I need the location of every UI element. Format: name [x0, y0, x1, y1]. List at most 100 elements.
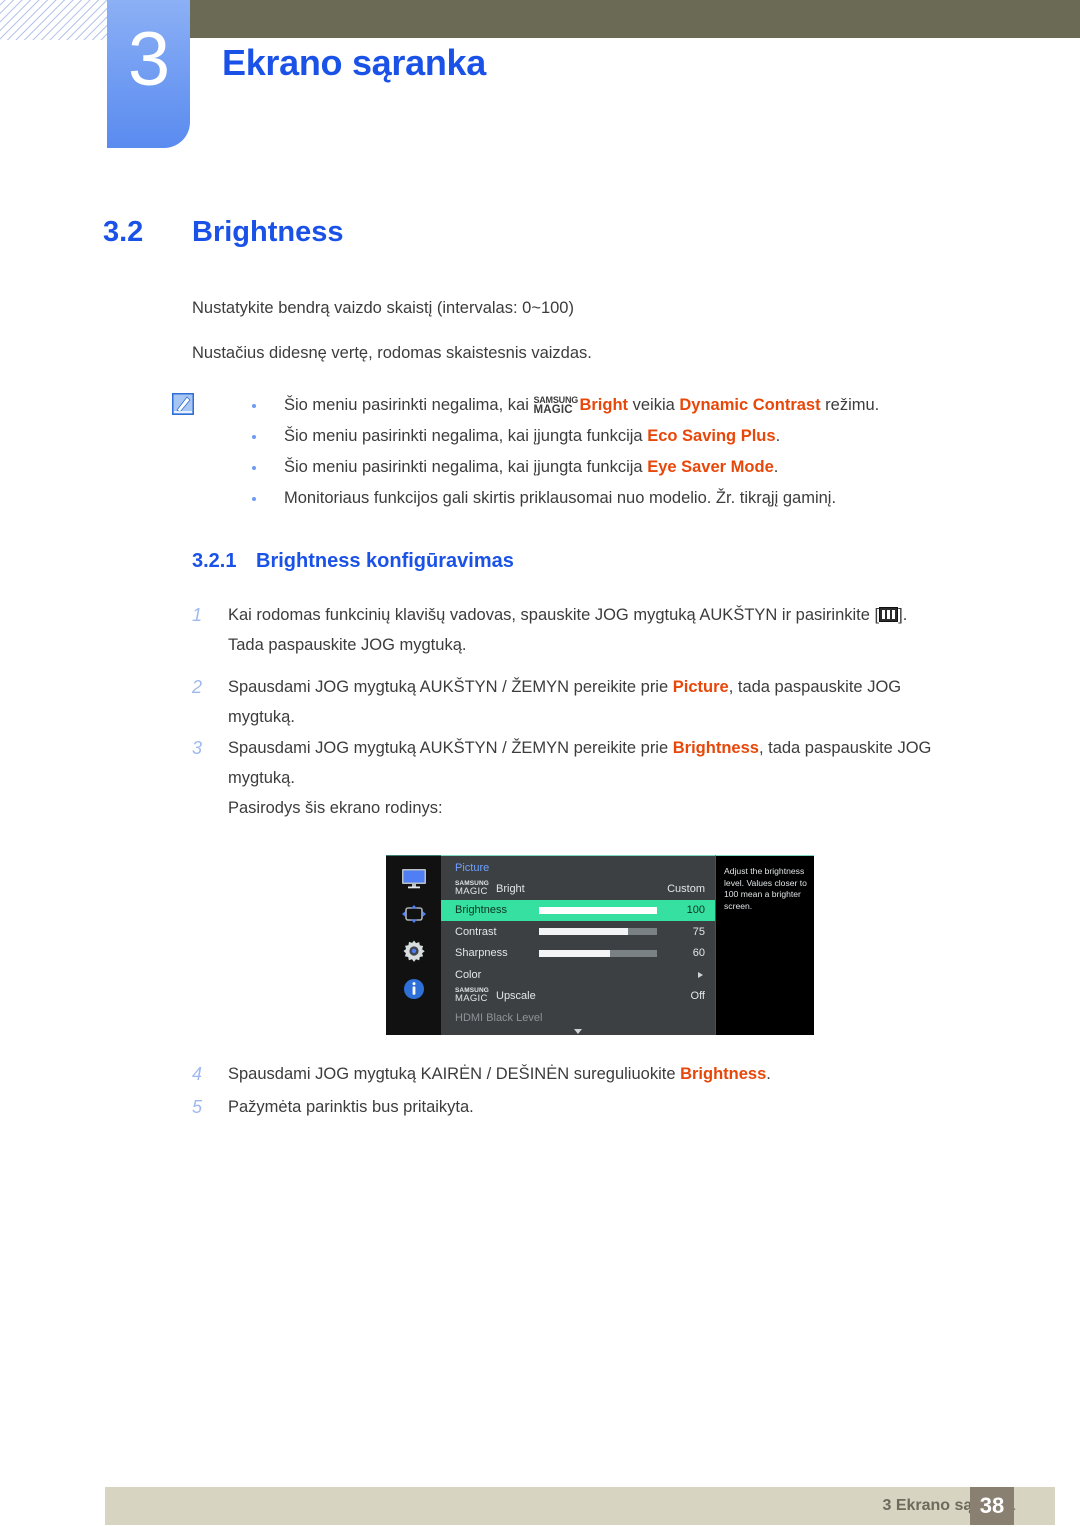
step-text-line2: Tada paspauskite JOG mygtuką.	[228, 636, 467, 654]
osd-row-contrast[interactable]: Contrast 75	[441, 921, 715, 943]
step-highlight: Brightness	[672, 739, 759, 757]
hatch-decoration	[0, 0, 110, 40]
gear-icon[interactable]	[402, 939, 426, 963]
intro-paragraph-1: Nustatykite bendrą vaizdo skaistį (inter…	[192, 299, 574, 317]
note-text-mid: veikia	[628, 396, 680, 414]
osd-row-value: 75	[692, 925, 705, 938]
step-2: 2 Spausdami JOG mygtuką AUKŠTYN / ŽEMYN …	[192, 672, 1032, 732]
step-highlight: Picture	[672, 678, 729, 696]
samsung-magic-logo: SAMSUNG MAGIC	[455, 987, 496, 1005]
menu-key-icon	[879, 607, 899, 622]
osd-row-magicbright[interactable]: SAMSUNG MAGIC Bright Custom	[441, 878, 715, 900]
note-text-pre: Šio meniu pasirinkti negalima, kai įjung…	[284, 458, 648, 476]
step-text: Pažymėta parinktis bus pritaikyta.	[228, 1098, 474, 1116]
contrast-slider[interactable]	[539, 928, 657, 936]
header-olive-bar	[190, 0, 1080, 38]
chapter-number-tab: 3	[107, 0, 190, 148]
step-text-line2: mygtuką.	[228, 708, 295, 726]
arrow-right-icon	[698, 971, 703, 978]
step-text: Kai rodomas funkcinių klavišų vadovas, s…	[228, 600, 1032, 630]
note-highlight: Eye Saver Mode	[647, 458, 774, 476]
note-text-pre: Šio meniu pasirinkti negalima, kai įjung…	[284, 427, 648, 445]
step-text: Spausdami JOG mygtuką AUKŠTYN / ŽEMYN pe…	[228, 672, 1032, 702]
samsung-magic-logo: SAMSUNG MAGIC	[455, 880, 496, 897]
subsection-number: 3.2.1	[192, 550, 237, 572]
step-text-line3: Pasirodys šis ekrano rodinys:	[228, 799, 443, 817]
osd-row-label: Sharpness	[455, 947, 508, 960]
osd-row-value: 60	[692, 947, 705, 960]
osd-sidebar	[386, 855, 441, 1035]
chapter-title: Ekrano sąranka	[222, 42, 486, 83]
note-text-pre: Šio meniu pasirinkti negalima, kai	[284, 396, 534, 414]
step-1: 1 Kai rodomas funkcinių klavišų vadovas,…	[192, 600, 1032, 660]
samsung-magic-logo: SAMSUNG MAGIC	[533, 394, 579, 416]
chapter-number: 3	[127, 17, 170, 102]
step-4: 4 Spausdami JOG mygtuką KAIRĖN / DEŠINĖN…	[192, 1059, 1032, 1089]
note-text-post: .	[775, 427, 781, 445]
osd-help-panel: Adjust the brightness level. Values clos…	[715, 855, 814, 1035]
osd-row-hdmi-black-level[interactable]: HDMI Black Level	[441, 1007, 715, 1029]
section-heading: 3.2 Brightness	[103, 216, 343, 249]
note-item: Monitoriaus funkcijos gali skirtis prikl…	[244, 483, 1034, 514]
step-text-b: , tada paspauskite JOG	[758, 739, 932, 757]
subsection-heading: 3.2.1 Brightness konfigūravimas	[192, 550, 514, 573]
magic-bottom: MAGIC	[455, 993, 488, 1005]
note-magic-suffix: Bright	[579, 396, 629, 414]
step-text-b: ].	[898, 606, 908, 624]
note-highlight: Dynamic Contrast	[679, 396, 821, 414]
osd-row-brightness[interactable]: Brightness 100	[441, 899, 715, 921]
info-icon[interactable]	[403, 978, 425, 1000]
step-number: 1	[192, 605, 203, 625]
osd-row-value: 100	[686, 904, 705, 917]
osd-row-label: Bright	[496, 882, 525, 895]
osd-row-value: Off	[690, 990, 705, 1003]
brightness-slider[interactable]	[539, 906, 657, 914]
osd-row-label: Color	[455, 968, 482, 981]
step-number: 4	[192, 1064, 203, 1084]
subsection-title: Brightness konfigūravimas	[256, 550, 514, 572]
note-text-post: režimu.	[820, 396, 880, 414]
monitor-icon[interactable]	[401, 868, 427, 889]
note-pen-icon	[172, 393, 194, 415]
step-number: 5	[192, 1097, 203, 1117]
section-title: Brightness	[192, 216, 344, 248]
step-text: Spausdami JOG mygtuką AUKŠTYN / ŽEMYN pe…	[228, 733, 1032, 763]
osd-row-label: HDMI Black Level	[455, 1011, 543, 1024]
step-text-a: Spausdami JOG mygtuką AUKŠTYN / ŽEMYN pe…	[228, 678, 673, 696]
osd-row-label: Upscale	[496, 990, 536, 1003]
osd-screenshot: Picture SAMSUNG MAGIC Bright Custom Brig…	[386, 855, 814, 1035]
note-text-post: .	[773, 458, 779, 476]
step-text-a: Spausdami JOG mygtuką KAIRĖN / DEŠINĖN s…	[228, 1065, 681, 1083]
sharpness-slider[interactable]	[539, 949, 657, 957]
osd-row-value: Custom	[667, 882, 705, 895]
picture-position-icon[interactable]	[401, 904, 427, 924]
step-3: 3 Spausdami JOG mygtuką AUKŠTYN / ŽEMYN …	[192, 733, 1032, 823]
step-text-a: Spausdami JOG mygtuką AUKŠTYN / ŽEMYN pe…	[228, 739, 673, 757]
osd-row-magicupscale[interactable]: SAMSUNG MAGIC Upscale Off	[441, 986, 715, 1008]
step-text: Spausdami JOG mygtuką KAIRĖN / DEŠINĖN s…	[228, 1059, 1032, 1089]
osd-row-label: Contrast	[455, 925, 497, 938]
step-number: 2	[192, 677, 203, 697]
osd-row-label: Brightness	[455, 904, 507, 917]
note-list: Šio meniu pasirinkti negalima, kai SAMSU…	[244, 390, 1034, 514]
magic-bottom: MAGIC	[455, 885, 488, 897]
note-item: Šio meniu pasirinkti negalima, kai įjung…	[244, 421, 1034, 452]
osd-menu-panel: Picture SAMSUNG MAGIC Bright Custom Brig…	[441, 855, 715, 1035]
step-number: 3	[192, 738, 203, 758]
osd-menu-title: Picture	[455, 862, 490, 874]
note-highlight: Eco Saving Plus	[647, 427, 776, 445]
note-item: Šio meniu pasirinkti negalima, kai įjung…	[244, 452, 1034, 483]
osd-row-color[interactable]: Color	[441, 964, 715, 986]
step-text-line2: mygtuką.	[228, 769, 295, 787]
section-number: 3.2	[103, 216, 144, 248]
note-item: Šio meniu pasirinkti negalima, kai SAMSU…	[244, 390, 1034, 421]
step-text-b: .	[766, 1065, 771, 1083]
page-number: 38	[970, 1487, 1014, 1525]
step-text-a: Kai rodomas funkcinių klavišų vadovas, s…	[228, 606, 880, 624]
note-text-pre: Monitoriaus funkcijos gali skirtis prikl…	[284, 489, 837, 507]
chevron-down-icon[interactable]	[574, 1029, 582, 1034]
intro-paragraph-2: Nustačius didesnę vertę, rodomas skaiste…	[192, 344, 592, 362]
step-5: 5 Pažymėta parinktis bus pritaikyta.	[192, 1092, 1032, 1122]
osd-row-sharpness[interactable]: Sharpness 60	[441, 943, 715, 965]
step-text-b: , tada paspauskite JOG	[728, 678, 902, 696]
